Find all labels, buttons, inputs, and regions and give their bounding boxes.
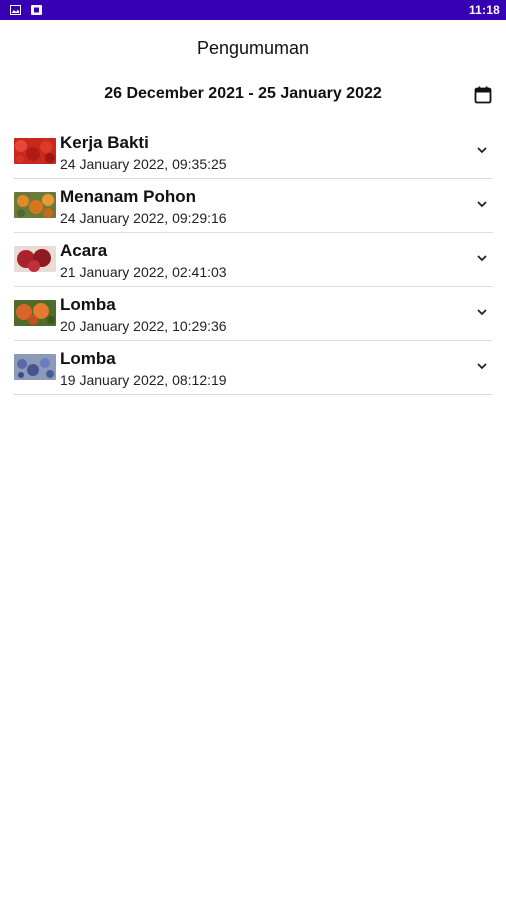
date-range-label[interactable]: 26 December 2021 - 25 January 2022 <box>0 85 486 103</box>
list-item[interactable]: Lomba 19 January 2022, 08:12:19 <box>14 341 493 395</box>
announcement-title: Lomba <box>60 295 116 314</box>
announcement-title: Acara <box>60 241 108 260</box>
announcement-thumbnail <box>14 246 56 272</box>
announcement-thumbnail <box>14 138 56 164</box>
list-item[interactable]: Lomba 20 January 2022, 10:29:36 <box>14 287 493 341</box>
announcement-list: Kerja Bakti 24 January 2022, 09:35:25 Me… <box>14 125 493 395</box>
gallery-icon <box>10 5 21 15</box>
announcement-datetime: 19 January 2022, 08:12:19 <box>60 372 227 388</box>
announcement-datetime: 21 January 2022, 02:41:03 <box>60 264 227 280</box>
announcement-title: Lomba <box>60 349 116 368</box>
chevron-down-icon[interactable] <box>475 251 489 265</box>
chevron-down-icon[interactable] <box>475 305 489 319</box>
announcement-title: Kerja Bakti <box>60 133 149 152</box>
chevron-down-icon[interactable] <box>475 143 489 157</box>
announcement-thumbnail <box>14 192 56 218</box>
page-title: Pengumuman <box>196 38 310 58</box>
announcement-datetime: 20 January 2022, 10:29:36 <box>60 318 227 334</box>
announcement-datetime: 24 January 2022, 09:35:25 <box>60 156 227 172</box>
announcement-datetime: 24 January 2022, 09:29:16 <box>60 210 227 226</box>
list-item[interactable]: Acara 21 January 2022, 02:41:03 <box>14 233 493 287</box>
announcement-title: Menanam Pohon <box>60 187 197 206</box>
notification-icon <box>31 5 42 15</box>
list-item[interactable]: Kerja Bakti 24 January 2022, 09:35:25 <box>14 125 493 179</box>
calendar-icon[interactable] <box>473 85 493 105</box>
status-bar: 11:18 <box>0 0 506 20</box>
chevron-down-icon[interactable] <box>475 197 489 211</box>
list-item[interactable]: Menanam Pohon 24 January 2022, 09:29:16 <box>14 179 493 233</box>
chevron-down-icon[interactable] <box>475 359 489 373</box>
announcement-thumbnail <box>14 354 56 380</box>
announcement-thumbnail <box>14 300 56 326</box>
status-time: 11:18 <box>468 3 500 17</box>
